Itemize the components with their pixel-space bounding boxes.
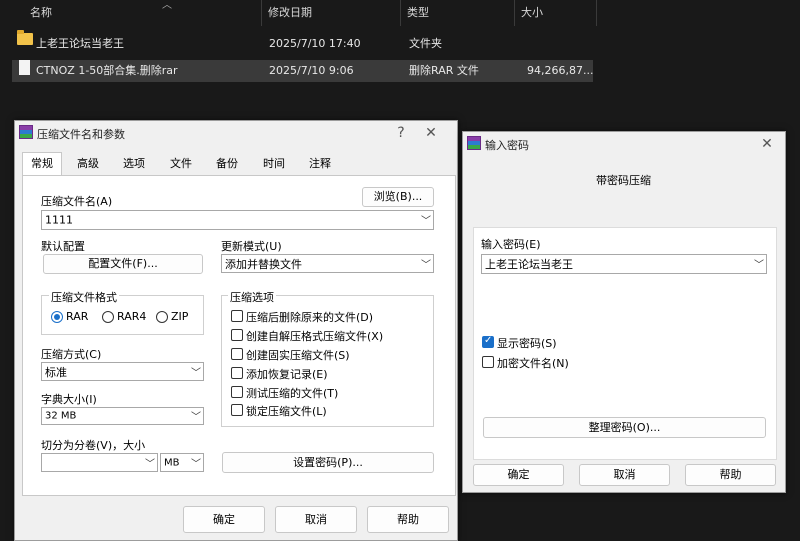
radio-rar[interactable] (51, 311, 63, 323)
dictionary-size-label: 字典大小(I) (41, 393, 97, 406)
dialog-title: 输入密码 (485, 139, 529, 152)
password-input[interactable]: 上老王论坛当老王 ﹀ (481, 254, 767, 274)
split-size-combobox[interactable]: ﹀ (41, 453, 158, 472)
file-name: 上老王论坛当老王 (36, 37, 124, 50)
radio-rar4-label: RAR4 (117, 310, 147, 323)
password-label: 输入密码(E) (481, 238, 541, 251)
file-icon (19, 60, 30, 75)
column-header-size-label: 大小 (521, 6, 543, 19)
radio-rar4[interactable] (102, 311, 114, 323)
column-header-size[interactable]: 大小 (515, 0, 597, 26)
title-bar[interactable]: 输入密码 ✕ (463, 132, 785, 158)
update-mode-label: 更新模式(U) (221, 240, 282, 253)
winrar-icon (467, 136, 481, 150)
create-sfx-checkbox[interactable] (231, 329, 243, 341)
recovery-record-checkbox[interactable] (231, 367, 243, 379)
compression-method-value: 标准 (45, 365, 67, 379)
chevron-down-icon: ﹀ (754, 259, 764, 271)
file-date: 2025/7/10 17:40 (269, 37, 361, 50)
chevron-down-icon: ﹀ (191, 411, 201, 423)
ok-button[interactable]: 确定 (183, 506, 265, 533)
chevron-down-icon: ﹀ (191, 458, 201, 470)
help-icon[interactable]: ? (389, 123, 413, 143)
tab-advanced[interactable]: 高级 (68, 153, 108, 175)
test-files-label: 测试压缩的文件(T) (246, 387, 339, 400)
archive-format-label: 压缩文件格式 (49, 289, 119, 305)
close-icon[interactable]: ✕ (755, 134, 779, 154)
close-icon[interactable]: ✕ (419, 123, 443, 143)
password-header-text: 带密码压缩 (596, 174, 651, 187)
column-header-name[interactable]: 名称 ︿ (24, 0, 262, 26)
default-profile-label: 默认配置 (41, 240, 85, 253)
delete-files-label: 压缩后删除原来的文件(D) (246, 311, 374, 324)
update-mode-select[interactable]: 添加并替换文件 ﹀ (221, 254, 434, 273)
chevron-down-icon: ﹀ (145, 458, 155, 470)
chevron-down-icon: ﹀ (191, 367, 201, 379)
file-explorer: 名称 ︿ 修改日期 类型 大小 上老王论坛当老王 2025/7/10 17:40… (0, 0, 800, 120)
column-header-type[interactable]: 类型 (401, 0, 515, 26)
sort-up-icon: ︿ (162, 0, 172, 11)
split-unit-select[interactable]: MB ﹀ (160, 453, 204, 472)
tab-files[interactable]: 文件 (161, 153, 201, 175)
title-bar[interactable]: 压缩文件名和参数 ? ✕ (15, 121, 457, 147)
update-mode-value: 添加并替换文件 (225, 257, 302, 271)
dictionary-size-value: 32 MB (45, 410, 77, 422)
radio-rar-label: RAR (66, 310, 89, 323)
set-password-button[interactable]: 设置密码(P)... (222, 452, 434, 473)
radio-zip-label: ZIP (171, 310, 189, 323)
browse-button[interactable]: 浏览(B)... (362, 187, 434, 207)
tab-general[interactable]: 常规 (22, 152, 62, 176)
profiles-button[interactable]: 配置文件(F)... (43, 254, 203, 274)
tab-options[interactable]: 选项 (114, 153, 154, 175)
file-row-archive[interactable]: CTNOZ 1-50部合集.删除rar 2025/7/10 9:06 删除RAR… (12, 60, 593, 82)
chevron-down-icon: ﹀ (421, 215, 431, 227)
column-header-date-label: 修改日期 (268, 6, 312, 19)
file-date: 2025/7/10 9:06 (269, 64, 354, 77)
password-value: 上老王论坛当老王 (485, 258, 573, 271)
split-volumes-label: 切分为分卷(V)，大小 (41, 439, 146, 452)
show-password-label: 显示密码(S) (497, 337, 557, 350)
chevron-down-icon: ﹀ (421, 259, 431, 271)
archive-name-value: 1111 (45, 213, 73, 227)
password-ok-button[interactable]: 确定 (473, 464, 564, 486)
tab-time[interactable]: 时间 (254, 153, 294, 175)
dictionary-size-select[interactable]: 32 MB ﹀ (41, 407, 204, 425)
test-files-checkbox[interactable] (231, 386, 243, 398)
cancel-button[interactable]: 取消 (275, 506, 357, 533)
organize-passwords-button[interactable]: 整理密码(O)... (483, 417, 766, 438)
winrar-icon (19, 125, 33, 139)
archive-options-label: 压缩选项 (228, 289, 276, 305)
password-help-button[interactable]: 帮助 (685, 464, 776, 486)
help-button[interactable]: 帮助 (367, 506, 449, 533)
column-header-type-label: 类型 (407, 6, 429, 19)
encrypt-filenames-label: 加密文件名(N) (497, 357, 569, 370)
archive-name-combobox[interactable]: 1111 ﹀ (41, 210, 434, 230)
delete-files-checkbox[interactable] (231, 310, 243, 322)
archive-name-label: 压缩文件名(A) (41, 195, 113, 208)
encrypt-filenames-checkbox[interactable] (482, 356, 494, 368)
solid-archive-checkbox[interactable] (231, 348, 243, 360)
column-header-name-label: 名称 (30, 6, 52, 19)
lock-archive-checkbox[interactable] (231, 404, 243, 416)
password-cancel-button[interactable]: 取消 (579, 464, 670, 486)
solid-archive-label: 创建固实压缩文件(S) (246, 349, 350, 362)
tab-backup[interactable]: 备份 (207, 153, 247, 175)
file-name: CTNOZ 1-50部合集.删除rar (36, 64, 178, 77)
split-unit-value: MB (164, 457, 180, 468)
recovery-record-label: 添加恢复记录(E) (246, 368, 328, 381)
file-row-folder[interactable]: 上老王论坛当老王 2025/7/10 17:40 文件夹 (12, 30, 593, 55)
create-sfx-label: 创建自解压格式压缩文件(X) (246, 330, 384, 343)
radio-zip[interactable] (156, 311, 168, 323)
tab-comment[interactable]: 注释 (300, 153, 340, 175)
file-type: 文件夹 (409, 37, 442, 50)
column-header-date[interactable]: 修改日期 (262, 0, 401, 26)
show-password-checkbox[interactable] (482, 335, 494, 348)
compression-method-select[interactable]: 标准 ﹀ (41, 362, 204, 381)
compression-method-label: 压缩方式(C) (41, 348, 102, 361)
file-type: 删除RAR 文件 (409, 64, 479, 77)
file-size: 94,266,87... (527, 64, 594, 77)
dialog-title: 压缩文件名和参数 (37, 128, 125, 141)
lock-archive-label: 锁定压缩文件(L) (246, 405, 327, 418)
folder-icon (17, 30, 33, 45)
